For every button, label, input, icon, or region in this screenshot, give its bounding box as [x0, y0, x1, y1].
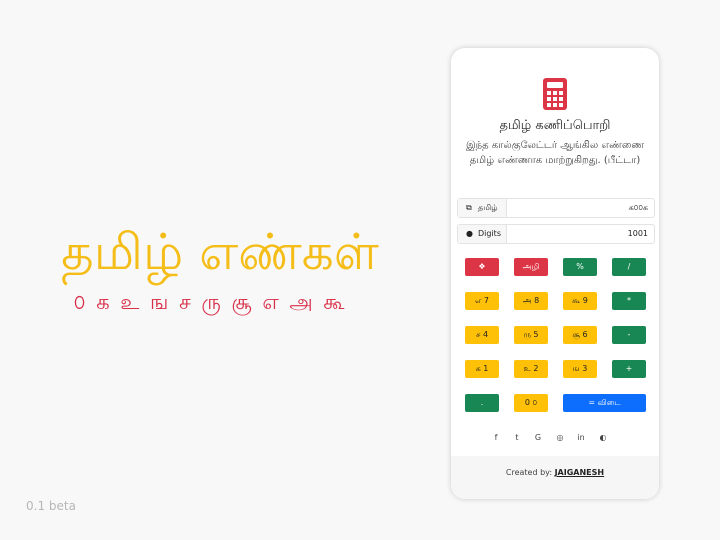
tamil-output-field[interactable]: ⧉ தமிழ் க௦௦க — [457, 198, 655, 218]
percent-button[interactable]: % — [563, 258, 597, 276]
tamil-field-label: தமிழ் — [478, 203, 498, 212]
multiply-button[interactable]: * — [612, 292, 646, 310]
five-button[interactable]: ரு 5 — [514, 326, 548, 344]
one-button[interactable]: க 1 — [465, 360, 499, 378]
translate-icon: ⧉ — [466, 203, 472, 212]
delete-button[interactable]: அழி — [514, 258, 548, 276]
decimal-button[interactable]: . — [465, 394, 499, 412]
eight-button[interactable]: அ 8 — [514, 292, 548, 310]
six-button[interactable]: சூ 6 — [563, 326, 597, 344]
digits-field-label: Digits — [478, 229, 501, 238]
two-button[interactable]: உ 2 — [514, 360, 548, 378]
version-label: 0.1 beta — [26, 499, 76, 513]
github-icon[interactable]: ◐ — [598, 433, 608, 443]
google-icon[interactable]: G — [533, 433, 543, 443]
four-button[interactable]: ச 4 — [465, 326, 499, 344]
circle-icon: ● — [466, 229, 473, 238]
digits-field-value: 1001 — [627, 229, 648, 238]
digits-output-field[interactable]: ● Digits 1001 — [457, 224, 655, 244]
three-button[interactable]: ங 3 — [563, 360, 597, 378]
app-description: இந்த கால்குலேட்டர் ஆங்கில எண்ணை தமிழ் எண… — [465, 140, 645, 166]
linkedin-icon[interactable]: in — [576, 433, 586, 443]
tamil-field-value: க௦௦க — [628, 203, 648, 212]
facebook-icon[interactable]: f — [491, 433, 501, 443]
footer: Created by: JAIGANESH — [451, 456, 659, 499]
footer-prefix: Created by: — [505, 468, 553, 477]
instagram-icon[interactable]: ◎ — [555, 433, 565, 443]
nine-button[interactable]: கூ 9 — [563, 292, 597, 310]
zero-button[interactable]: 0 ௦ — [514, 394, 548, 412]
hero-title: தமிழ் எண்கள் — [61, 223, 379, 281]
clear-button[interactable]: ❖ — [465, 258, 499, 276]
equals-button[interactable]: = விடை — [563, 394, 646, 412]
seven-button[interactable]: எ 7 — [465, 292, 499, 310]
calculator-icon — [543, 78, 567, 110]
author-link[interactable]: JAIGANESH — [555, 468, 605, 477]
twitter-icon[interactable]: t — [512, 433, 522, 443]
hero-tamil-digits: ௦ க உ ங ச ரு சூ எ அ கூ — [73, 290, 347, 314]
plus-button[interactable]: + — [612, 360, 646, 378]
calculator-card: தமிழ் கணிப்பொறி இந்த கால்குலேட்டர் ஆங்கி… — [451, 48, 659, 499]
app-title: தமிழ் கணிப்பொறி — [499, 118, 611, 133]
minus-button[interactable]: - — [612, 326, 646, 344]
divide-button[interactable]: / — [612, 258, 646, 276]
